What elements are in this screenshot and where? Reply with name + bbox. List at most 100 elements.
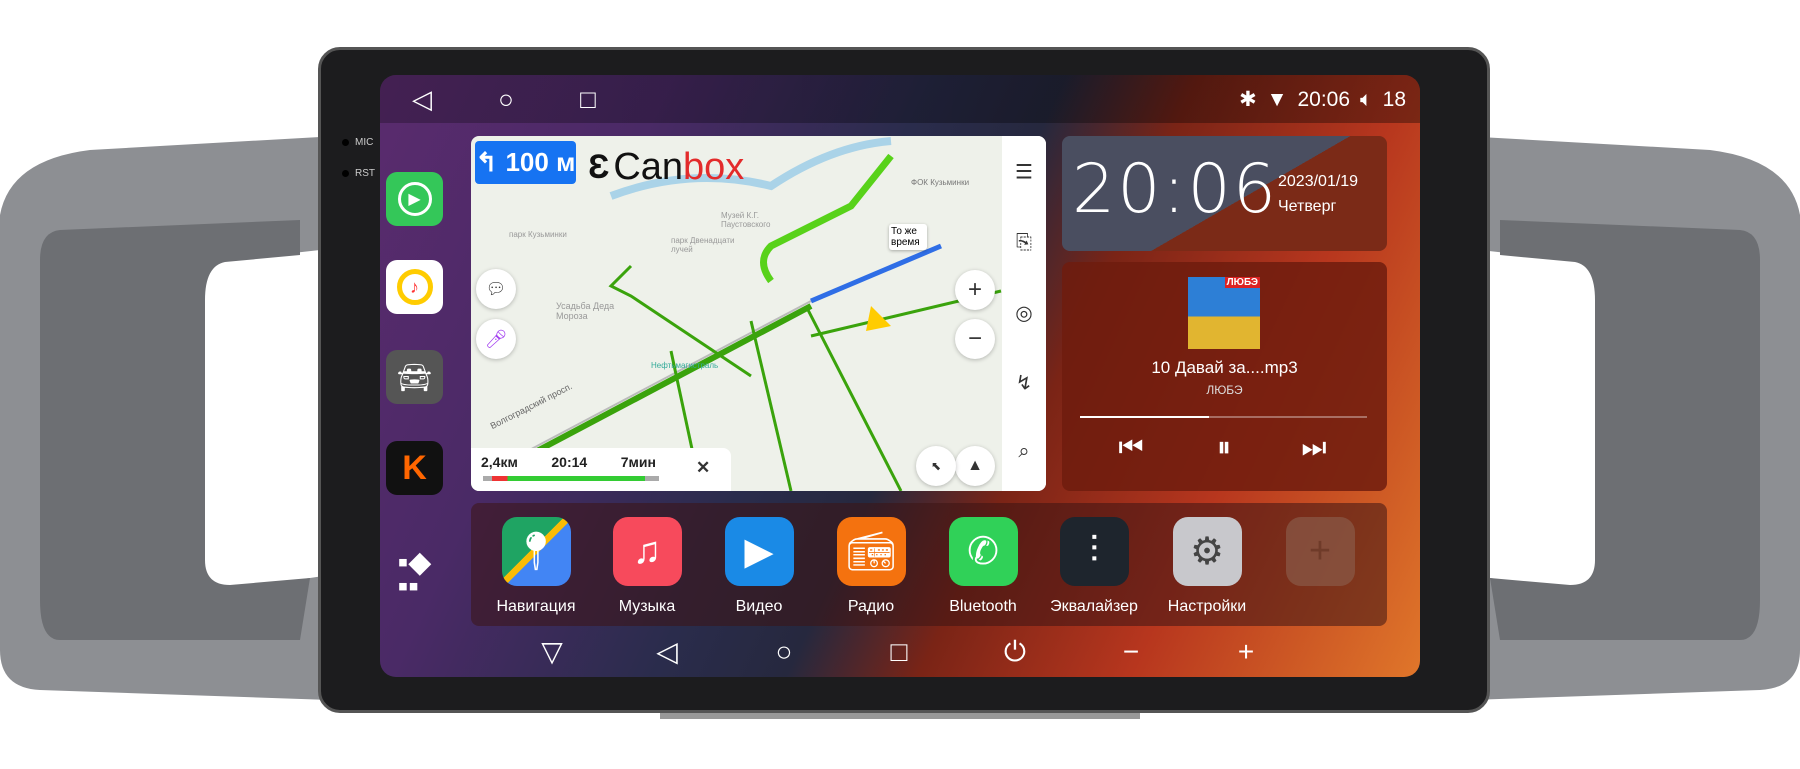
zoom-in-button[interactable]: +	[955, 270, 995, 310]
navigation-map[interactable]: ↰ 100 м Ɛ Can box парк Кузьминки Музей К.Г.…	[471, 136, 1046, 491]
grid-icon: ▪◆ ▪▪	[397, 546, 432, 603]
menu-icon[interactable]: ☰	[1015, 160, 1033, 185]
dock-app-label: Радио	[847, 598, 895, 615]
route-traffic-bar	[483, 476, 659, 481]
map-label: Нефтьмагистраль	[651, 361, 719, 370]
dock-app-label: Эквалайзер	[1050, 598, 1138, 615]
kinopoisk-icon: K	[402, 448, 427, 487]
chat-icon: 💬︎	[485, 281, 507, 298]
dock-app-label: Настройки	[1167, 598, 1247, 615]
yandex-music-app[interactable]: ♪	[386, 260, 443, 314]
power-icon[interactable]: ⏻	[1004, 638, 1026, 666]
turn-left-icon: ↰	[475, 147, 498, 177]
map-label: ФОК Кузьминки	[911, 178, 970, 187]
music-widget: ЛЮБЭ 10 Давай за....mp3 ЛЮБЭ ⏮︎ ⏸︎ ⏭︎	[1062, 262, 1387, 491]
turn-distance: 100 м	[505, 147, 576, 177]
wifi-icon: ▼	[1266, 87, 1288, 111]
next-track-button[interactable]: ⏭︎	[1301, 432, 1326, 465]
dock-app-Настройки[interactable]: ⚙ Настройки	[1152, 517, 1262, 616]
car-icon: 🚘︎	[396, 361, 433, 393]
home-icon[interactable]: ○	[498, 86, 514, 112]
video-icon: ▶	[724, 517, 794, 586]
dock-app-label: Видео	[735, 598, 783, 615]
volume-up-icon[interactable]: +	[1238, 638, 1254, 666]
dock-app-Эквалайзер[interactable]: ⫶ Эквалайзер	[1039, 517, 1149, 616]
route-distance: 2,4км	[481, 454, 518, 470]
compass-icon: ▲	[967, 457, 983, 474]
status-time: 20:06	[1297, 87, 1351, 111]
rst-label: RST	[355, 168, 375, 179]
voice-button[interactable]: 🎤︎	[476, 319, 516, 359]
car-info-app[interactable]: 🚘︎	[386, 350, 443, 404]
progress-bar[interactable]	[1080, 416, 1367, 418]
music-service-icon[interactable]: ◎	[1015, 301, 1032, 326]
settings-icon: ⚙	[1172, 517, 1242, 586]
previous-track-button[interactable]: ⏮︎	[1118, 432, 1143, 465]
route-tooltip: То же время	[889, 224, 927, 250]
rotate-icon: ⬉	[930, 459, 942, 473]
microphone-icon: 🎤︎	[484, 328, 508, 349]
arrival-time: 20:14	[551, 454, 588, 470]
bookmark-icon[interactable]: ⎘	[1016, 232, 1032, 255]
dock-app-Навигация[interactable]: 📍︎ Навигация	[481, 517, 591, 616]
map-toolbar: ☰ ⎘ ◎ ↯ ⌕	[1002, 136, 1046, 491]
map-label: парк Двенадцати лучей	[671, 236, 735, 254]
pause-button[interactable]: ⏸︎	[1217, 432, 1231, 465]
map-label: Усадьба Деда Мороза	[556, 301, 615, 321]
map-label: парк Кузьминки	[509, 230, 567, 239]
map-label: Музей К.Г. Паустовского	[721, 211, 771, 229]
screen: ◁ ○ □ ✱ ▼ 20:06 🔈︎ 18 ▶ ♪ 🚘︎ K ▪◆ ▪▪ ↰ 100…	[380, 75, 1420, 677]
search-icon[interactable]: ⌕	[1018, 441, 1029, 464]
close-route-button[interactable]: ✕	[696, 458, 710, 478]
chat-button[interactable]: 💬︎	[476, 269, 516, 309]
equalizer-icon: ⫶	[1059, 517, 1129, 586]
add-icon: +	[1285, 517, 1355, 586]
rotate-button[interactable]: ⬉	[916, 446, 956, 486]
route-duration: 7мин	[620, 454, 656, 470]
kinopoisk-app[interactable]: K	[386, 441, 443, 495]
back-icon[interactable]: ◁	[656, 638, 678, 666]
dock-app-Музыка[interactable]: ♫ Музыка	[592, 517, 702, 616]
down-icon[interactable]: ▽	[541, 638, 563, 666]
dock-app-label: Навигация	[496, 598, 576, 615]
logo-text-right: box	[683, 146, 745, 188]
zoom-out-button[interactable]: −	[955, 319, 995, 359]
dock-app-Bluetooth[interactable]: ✆ Bluetooth	[928, 517, 1038, 616]
route-icon[interactable]: ↯	[1016, 371, 1033, 396]
track-title: 10 Давай за....mp3	[1151, 358, 1298, 377]
carplay-icon: ▶	[397, 182, 432, 216]
canbox-logo: Ɛ Can box	[588, 146, 745, 188]
home-icon[interactable]: ○	[776, 638, 793, 666]
carplay-app[interactable]: ▶	[386, 172, 443, 226]
volume-icon[interactable]: 🔈︎	[1360, 88, 1373, 112]
radio-icon: 📻︎	[836, 517, 906, 586]
plus-icon: +	[967, 276, 982, 303]
minus-icon: −	[967, 325, 982, 352]
back-icon[interactable]: ◁	[412, 86, 432, 112]
mic-label: MIC	[355, 137, 374, 148]
status-area: ✱ ▼ 20:06 🔈︎ 18	[1239, 87, 1406, 112]
dock-app-Радио[interactable]: 📻︎ Радио	[816, 517, 926, 616]
album-art: ЛЮБЭ	[1188, 277, 1260, 349]
dock-app-Видео[interactable]: ▶ Видео	[704, 517, 814, 616]
phone-icon: ✆	[948, 517, 1018, 586]
dock-app-add[interactable]: +	[1265, 517, 1375, 598]
maps-icon: 📍︎	[501, 517, 571, 586]
clock-time: 20:06	[1072, 150, 1278, 229]
compass-button[interactable]: ▲	[955, 446, 995, 486]
track-artist: ЛЮБЭ	[1206, 383, 1243, 397]
dock-app-label: Bluetooth	[949, 598, 1017, 615]
reset-button[interactable]	[342, 170, 349, 177]
recents-icon[interactable]: □	[580, 86, 596, 112]
clock-widget: 20:06 2023/01/19 Четверг	[1062, 136, 1387, 251]
all-apps-button[interactable]: ▪◆ ▪▪	[386, 548, 443, 602]
progress-fill	[1080, 416, 1210, 418]
recents-icon[interactable]: □	[891, 638, 908, 666]
frame-bottom-edge	[660, 713, 1140, 719]
route-summary: 2,4км 20:14 7мин ✕	[471, 448, 731, 491]
volume-level: 18	[1382, 87, 1406, 111]
volume-down-icon[interactable]: −	[1123, 638, 1139, 666]
turn-instruction: ↰ 100 м	[475, 141, 576, 184]
yandex-music-icon: ♪	[396, 269, 433, 305]
music-icon: ♫	[612, 517, 682, 586]
